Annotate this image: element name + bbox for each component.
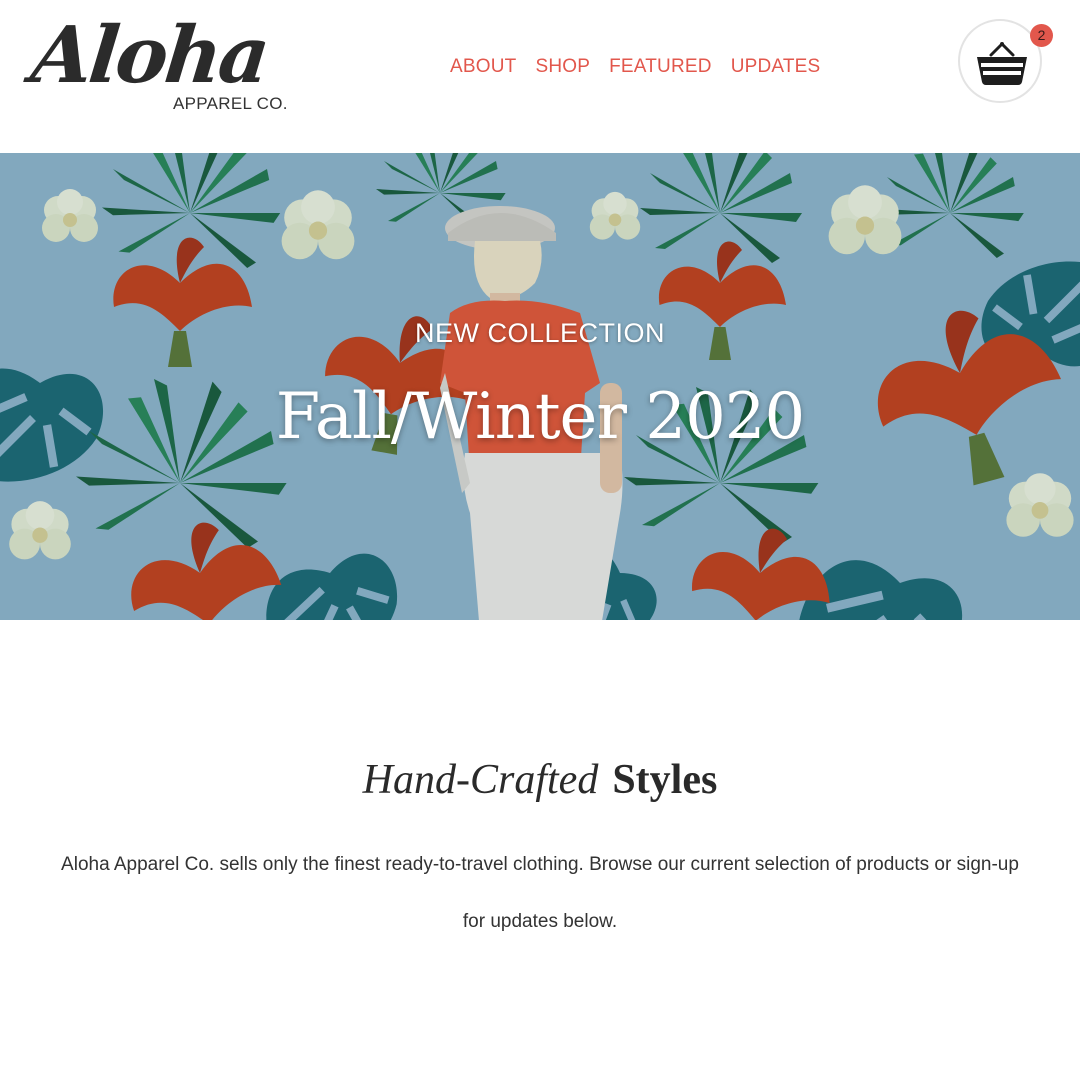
nav-item-shop[interactable]: SHOP [535,55,590,79]
cart-count-badge: 2 [1030,24,1053,47]
site-header: Aloha APPAREL CO. ABOUT SHOP FEATURED UP… [0,0,1080,153]
intro-paragraph: Aloha Apparel Co. sells only the finest … [61,854,1019,932]
nav-item-updates[interactable]: UPDATES [731,55,821,79]
intro-heading-bold: Styles [612,757,718,803]
hero-kicker: NEW COLLECTION [414,318,666,348]
logo-subtitle: APPAREL CO. [173,94,288,113]
basket-icon [977,42,1027,85]
intro-heading: Hand-Crafted Styles [0,756,1080,804]
intro-heading-italic: Hand-Crafted [362,757,599,803]
brand-logo[interactable]: Aloha APPAREL CO. [27,8,302,118]
hero-title: Fall/Winter 2020 [275,380,805,454]
logo-wordmark: Aloha [27,10,272,101]
main-nav: ABOUT SHOP FEATURED UPDATES [450,55,820,79]
nav-item-featured[interactable]: FEATURED [609,55,712,79]
nav-item-about[interactable]: ABOUT [450,55,516,79]
